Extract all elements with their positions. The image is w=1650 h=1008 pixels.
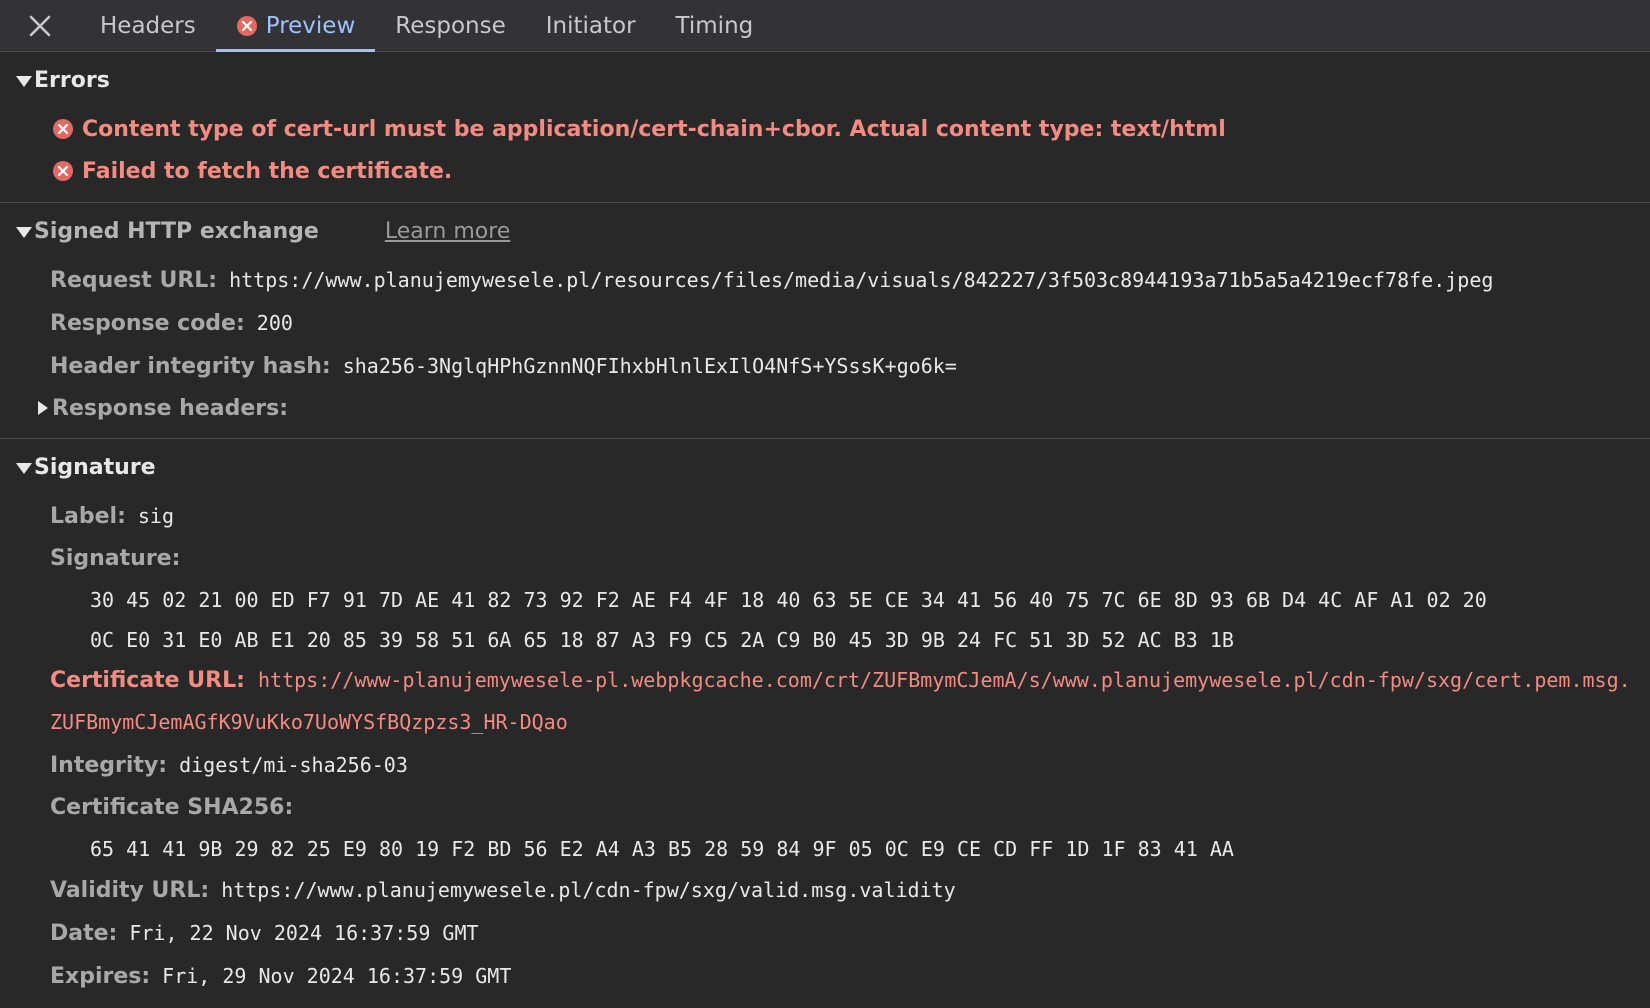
triangle-down-icon — [16, 462, 32, 474]
response-code-value: 200 — [256, 311, 293, 335]
signature-hex-line: 0C E0 31 E0 AB E1 20 85 39 58 51 6A 65 1… — [90, 628, 1234, 652]
errors-title: Errors — [34, 67, 110, 93]
cert-sha-label: Certificate SHA256: — [50, 795, 294, 820]
tab-response[interactable]: Response — [375, 0, 525, 51]
triangle-down-icon — [16, 226, 32, 238]
triangle-right-icon — [38, 401, 48, 415]
request-url-row: Request URL: https://www.planujemywesele… — [0, 259, 1650, 302]
response-headers-label: Response headers: — [52, 395, 288, 421]
cert-url-label: Certificate URL: — [50, 668, 245, 693]
tab-label: Initiator — [545, 12, 636, 39]
errors-section: Errors Content type of cert-url must be … — [0, 52, 1650, 203]
error-message: Content type of cert-url must be applica… — [82, 116, 1226, 142]
date-value: Fri, 22 Nov 2024 16:37:59 GMT — [129, 921, 479, 945]
request-url-label: Request URL: — [50, 268, 218, 293]
cert-url-value[interactable]: https://www-planujemywesele-pl.webpkgcac… — [50, 668, 1631, 734]
validity-label: Validity URL: — [50, 878, 210, 903]
tab-timing[interactable]: Timing — [656, 0, 774, 51]
error-icon — [236, 15, 258, 37]
cert-url-row: Certificate URL: https://www-planujemywe… — [0, 660, 1650, 744]
exchange-section: Signed HTTP exchange Learn more Request … — [0, 203, 1650, 439]
learn-more-link[interactable]: Learn more — [385, 219, 510, 244]
cert-sha-row: Certificate SHA256: — [0, 787, 1650, 829]
error-icon — [52, 160, 74, 182]
signature-title: Signature — [34, 454, 156, 480]
signature-header[interactable]: Signature — [0, 439, 1650, 495]
signature-label: Signature: — [50, 546, 181, 571]
error-item: Content type of cert-url must be applica… — [0, 108, 1650, 150]
label-value: sig — [137, 504, 174, 528]
header-hash-row: Header integrity hash: sha256-3NglqHPhGz… — [0, 345, 1650, 388]
error-item: Failed to fetch the certificate. — [0, 150, 1650, 192]
triangle-down-icon — [16, 75, 32, 87]
label-label: Label: — [50, 504, 126, 529]
header-hash-label: Header integrity hash: — [50, 354, 331, 379]
integrity-label: Integrity: — [50, 753, 168, 778]
exchange-header[interactable]: Signed HTTP exchange Learn more — [0, 203, 1650, 259]
expires-row: Expires: Fri, 29 Nov 2024 16:37:59 GMT — [0, 955, 1650, 998]
validity-value: https://www.planujemywesele.pl/cdn-fpw/s… — [221, 878, 956, 902]
cert-sha-hex-line: 65 41 41 9B 29 82 25 E9 80 19 F2 BD 56 E… — [90, 837, 1234, 861]
integrity-value: digest/mi-sha256-03 — [179, 753, 408, 777]
integrity-row: Integrity: digest/mi-sha256-03 — [0, 744, 1650, 787]
exchange-title: Signed HTTP exchange — [34, 218, 319, 244]
validity-row: Validity URL: https://www.planujemywesel… — [0, 869, 1650, 912]
signature-section: Signature Label: sig Signature: 30 45 02… — [0, 439, 1650, 1008]
error-message: Failed to fetch the certificate. — [82, 158, 453, 184]
tab-headers[interactable]: Headers — [80, 0, 216, 51]
date-row: Date: Fri, 22 Nov 2024 16:37:59 GMT — [0, 912, 1650, 955]
response-code-label: Response code: — [50, 311, 245, 336]
response-headers-toggle[interactable]: Response headers: — [0, 388, 1650, 428]
close-button[interactable] — [0, 0, 80, 51]
date-label: Date: — [50, 921, 118, 946]
error-icon — [52, 118, 74, 140]
header-hash-value: sha256-3NglqHPhGznnNQFIhxbHlnlExIlO4NfS+… — [342, 354, 957, 378]
expires-value: Fri, 29 Nov 2024 16:37:59 GMT — [162, 964, 512, 988]
tab-preview[interactable]: Preview — [215, 0, 376, 52]
tab-label: Headers — [100, 12, 196, 39]
errors-header[interactable]: Errors — [0, 52, 1650, 108]
signature-row: Signature: — [0, 538, 1650, 580]
tab-label: Response — [395, 12, 506, 39]
response-code-row: Response code: 200 — [0, 302, 1650, 345]
tab-bar: Headers Preview Response Initiator Timin… — [0, 0, 1650, 52]
tab-initiator[interactable]: Initiator — [526, 0, 656, 51]
label-row: Label: sig — [0, 495, 1650, 538]
signature-hex-line: 30 45 02 21 00 ED F7 91 7D AE 41 82 73 9… — [90, 588, 1487, 612]
expires-label: Expires: — [50, 964, 151, 989]
tab-label: Preview — [265, 12, 356, 39]
tab-label: Timing — [675, 12, 754, 39]
request-url-value: https://www.planujemywesele.pl/resources… — [229, 268, 1494, 292]
close-icon — [29, 15, 51, 36]
